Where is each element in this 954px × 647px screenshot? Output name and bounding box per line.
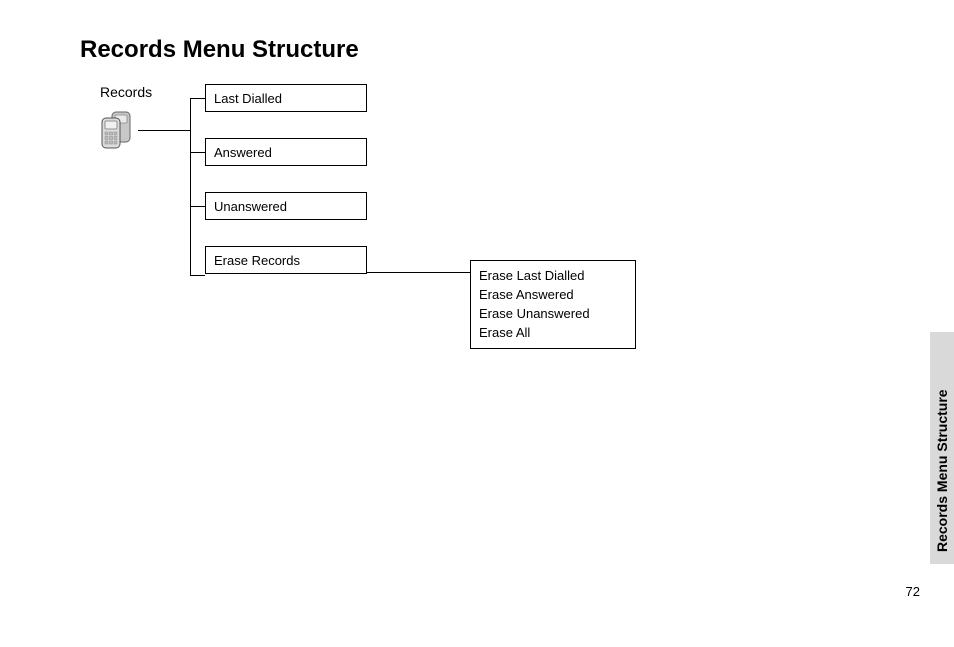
- submenu-erase: Erase Last Dialled Erase Answered Erase …: [470, 260, 636, 349]
- page-number: 72: [906, 584, 920, 599]
- menu-item-answered: Answered: [205, 138, 367, 166]
- connector: [190, 152, 205, 153]
- side-tab-label: Records Menu Structure: [934, 344, 950, 552]
- menu-item-unanswered: Unanswered: [205, 192, 367, 220]
- submenu-item: Erase All: [479, 324, 627, 343]
- menu-item-label: Unanswered: [214, 199, 287, 214]
- menu-item-label: Erase Records: [214, 253, 300, 268]
- connector: [190, 206, 205, 207]
- submenu-item: Erase Unanswered: [479, 305, 627, 324]
- submenu-item: Erase Last Dialled: [479, 267, 627, 286]
- phone-icon: [94, 108, 138, 152]
- connector: [367, 272, 470, 273]
- menu-item-label: Answered: [214, 145, 272, 160]
- menu-item-erase-records: Erase Records: [205, 246, 367, 274]
- connector: [138, 130, 190, 131]
- connector: [190, 260, 191, 276]
- connector: [190, 98, 191, 275]
- submenu-item: Erase Answered: [479, 286, 627, 305]
- page-title: Records Menu Structure: [80, 36, 359, 64]
- root-label: Records: [100, 84, 152, 100]
- menu-item-label: Last Dialled: [214, 91, 282, 106]
- menu-item-last-dialled: Last Dialled: [205, 84, 367, 112]
- connector: [190, 98, 205, 99]
- connector: [190, 275, 205, 276]
